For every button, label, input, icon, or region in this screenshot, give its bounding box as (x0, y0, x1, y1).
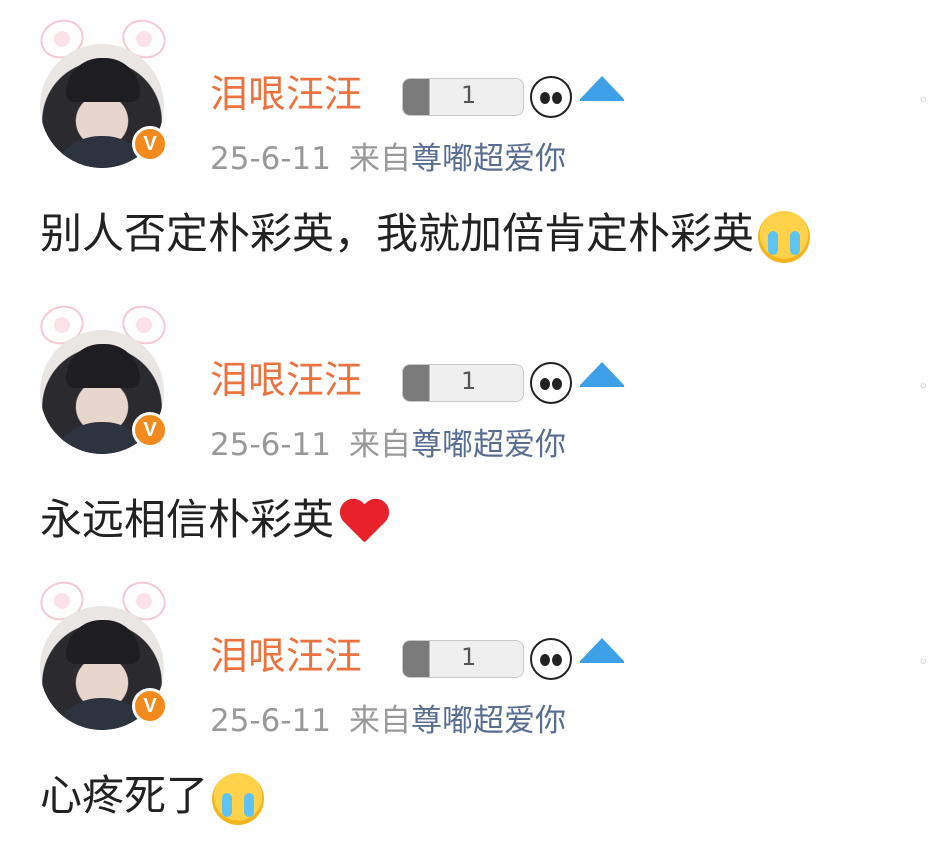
comment-text: 永远相信朴彩英 (40, 495, 335, 544)
bow-medal-icon: 1 (402, 78, 524, 116)
bow-medal-icon: 1 (402, 640, 524, 678)
source-link[interactable]: 尊嘟超爱你 (411, 703, 566, 739)
verified-badge-icon: V (132, 412, 168, 448)
more-options-icon[interactable]: ◦ (918, 376, 934, 400)
post-meta: 25-6-11 来自尊嘟超爱你 (210, 138, 566, 180)
post-meta: 25-6-11 来自尊嘟超爱你 (210, 700, 566, 742)
from-label: 来自 (349, 703, 411, 739)
shark-icon (580, 76, 624, 118)
comment-text-row: 永远相信朴彩英 (40, 492, 390, 548)
crying-face-icon (758, 210, 811, 263)
crying-face-icon (212, 772, 265, 825)
panda-icon (530, 638, 572, 680)
comment-text-row: 别人否定朴彩英，我就加倍肯定朴彩英 (40, 206, 811, 263)
post-time: 25-6-11 (210, 141, 331, 177)
shark-icon (580, 362, 624, 404)
shark-icon (580, 638, 624, 680)
comment-text-row: 心疼死了 (40, 768, 265, 825)
panda-icon (530, 362, 572, 404)
username[interactable]: 泪哏汪汪 (210, 356, 362, 404)
post-time: 25-6-11 (210, 427, 331, 463)
avatar[interactable]: V (34, 13, 176, 170)
panda-icon (530, 76, 572, 118)
verified-badge-icon: V (132, 126, 168, 162)
username[interactable]: 泪哏汪汪 (210, 70, 362, 118)
from-label: 来自 (349, 427, 411, 463)
more-options-icon[interactable]: ◦ (918, 90, 934, 114)
from-label: 来自 (349, 141, 411, 177)
verified-badge-icon: V (132, 688, 168, 724)
post-time: 25-6-11 (210, 703, 331, 739)
post-meta: 25-6-11 来自尊嘟超爱你 (210, 424, 566, 466)
source-link[interactable]: 尊嘟超爱你 (411, 141, 566, 177)
comment-item: V 泪哏汪汪 1 25-6-11 来自尊嘟超爱你 ◦ 心疼死了 (0, 575, 934, 842)
avatar[interactable]: V (34, 575, 176, 732)
bow-medal-icon: 1 (402, 364, 524, 402)
username[interactable]: 泪哏汪汪 (210, 632, 362, 680)
source-link[interactable]: 尊嘟超爱你 (411, 427, 566, 463)
comment-item: V 泪哏汪汪 1 25-6-11 来自尊嘟超爱你 ◦ 永远相信朴彩英 (0, 299, 934, 566)
comment-text: 别人否定朴彩英，我就加倍肯定朴彩英 (40, 209, 755, 258)
comment-item: V 泪哏汪汪 1 25-6-11 来自尊嘟超爱你 ◦ 别人否定朴彩英，我就加倍肯定… (0, 13, 934, 280)
comment-text: 心疼死了 (40, 771, 209, 820)
red-heart-icon (338, 500, 390, 546)
more-options-icon[interactable]: ◦ (918, 652, 934, 676)
avatar[interactable]: V (34, 299, 176, 456)
